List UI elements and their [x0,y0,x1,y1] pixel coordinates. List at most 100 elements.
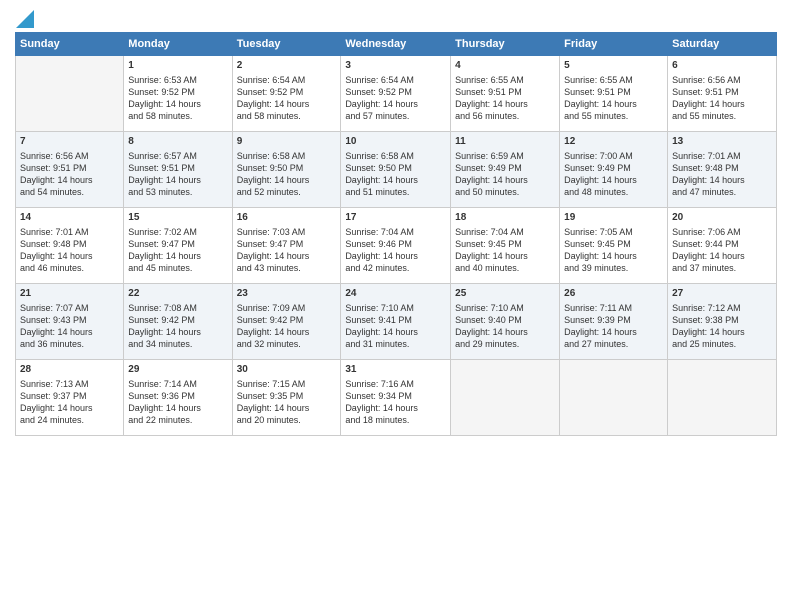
calendar-cell: 23Sunrise: 7:09 AMSunset: 9:42 PMDayligh… [232,284,341,360]
calendar-cell: 28Sunrise: 7:13 AMSunset: 9:37 PMDayligh… [16,360,124,436]
logo-triangle-icon [16,10,34,28]
day-info: Sunrise: 7:16 AMSunset: 9:34 PMDaylight:… [345,378,446,427]
week-row-2: 7Sunrise: 6:56 AMSunset: 9:51 PMDaylight… [16,132,777,208]
week-row-1: 1Sunrise: 6:53 AMSunset: 9:52 PMDaylight… [16,56,777,132]
day-info: Sunrise: 7:09 AMSunset: 9:42 PMDaylight:… [237,302,337,351]
calendar-cell: 21Sunrise: 7:07 AMSunset: 9:43 PMDayligh… [16,284,124,360]
day-number: 18 [455,211,555,225]
day-info: Sunrise: 7:07 AMSunset: 9:43 PMDaylight:… [20,302,119,351]
calendar-cell: 26Sunrise: 7:11 AMSunset: 9:39 PMDayligh… [560,284,668,360]
calendar-cell: 10Sunrise: 6:58 AMSunset: 9:50 PMDayligh… [341,132,451,208]
day-info: Sunrise: 7:00 AMSunset: 9:49 PMDaylight:… [564,150,663,199]
day-number: 14 [20,211,119,225]
calendar-cell: 8Sunrise: 6:57 AMSunset: 9:51 PMDaylight… [124,132,232,208]
day-info: Sunrise: 6:59 AMSunset: 9:49 PMDaylight:… [455,150,555,199]
day-number: 7 [20,135,119,149]
calendar-cell: 12Sunrise: 7:00 AMSunset: 9:49 PMDayligh… [560,132,668,208]
day-info: Sunrise: 7:01 AMSunset: 9:48 PMDaylight:… [20,226,119,275]
calendar-cell: 19Sunrise: 7:05 AMSunset: 9:45 PMDayligh… [560,208,668,284]
calendar-cell: 6Sunrise: 6:56 AMSunset: 9:51 PMDaylight… [668,56,777,132]
day-number: 2 [237,59,337,73]
weekday-header-sunday: Sunday [16,33,124,56]
day-number: 29 [128,363,227,377]
day-number: 25 [455,287,555,301]
calendar-cell: 16Sunrise: 7:03 AMSunset: 9:47 PMDayligh… [232,208,341,284]
day-number: 9 [237,135,337,149]
day-number: 28 [20,363,119,377]
calendar-table: SundayMondayTuesdayWednesdayThursdayFrid… [15,32,777,436]
day-info: Sunrise: 6:58 AMSunset: 9:50 PMDaylight:… [237,150,337,199]
calendar-cell: 24Sunrise: 7:10 AMSunset: 9:41 PMDayligh… [341,284,451,360]
calendar-cell: 5Sunrise: 6:55 AMSunset: 9:51 PMDaylight… [560,56,668,132]
weekday-header-row: SundayMondayTuesdayWednesdayThursdayFrid… [16,33,777,56]
calendar-cell: 22Sunrise: 7:08 AMSunset: 9:42 PMDayligh… [124,284,232,360]
day-number: 23 [237,287,337,301]
day-number: 26 [564,287,663,301]
week-row-5: 28Sunrise: 7:13 AMSunset: 9:37 PMDayligh… [16,360,777,436]
day-info: Sunrise: 7:11 AMSunset: 9:39 PMDaylight:… [564,302,663,351]
day-number: 17 [345,211,446,225]
day-info: Sunrise: 7:14 AMSunset: 9:36 PMDaylight:… [128,378,227,427]
calendar-cell [560,360,668,436]
day-info: Sunrise: 7:04 AMSunset: 9:46 PMDaylight:… [345,226,446,275]
day-info: Sunrise: 7:15 AMSunset: 9:35 PMDaylight:… [237,378,337,427]
calendar-cell: 3Sunrise: 6:54 AMSunset: 9:52 PMDaylight… [341,56,451,132]
calendar-cell: 17Sunrise: 7:04 AMSunset: 9:46 PMDayligh… [341,208,451,284]
day-info: Sunrise: 6:54 AMSunset: 9:52 PMDaylight:… [237,74,337,123]
calendar-cell: 13Sunrise: 7:01 AMSunset: 9:48 PMDayligh… [668,132,777,208]
calendar-cell: 31Sunrise: 7:16 AMSunset: 9:34 PMDayligh… [341,360,451,436]
day-number: 20 [672,211,772,225]
calendar-cell: 15Sunrise: 7:02 AMSunset: 9:47 PMDayligh… [124,208,232,284]
day-info: Sunrise: 7:04 AMSunset: 9:45 PMDaylight:… [455,226,555,275]
calendar-cell: 14Sunrise: 7:01 AMSunset: 9:48 PMDayligh… [16,208,124,284]
day-info: Sunrise: 6:56 AMSunset: 9:51 PMDaylight:… [672,74,772,123]
day-info: Sunrise: 7:06 AMSunset: 9:44 PMDaylight:… [672,226,772,275]
weekday-header-saturday: Saturday [668,33,777,56]
day-info: Sunrise: 7:10 AMSunset: 9:40 PMDaylight:… [455,302,555,351]
header [15,10,777,28]
day-info: Sunrise: 7:02 AMSunset: 9:47 PMDaylight:… [128,226,227,275]
calendar-cell: 2Sunrise: 6:54 AMSunset: 9:52 PMDaylight… [232,56,341,132]
day-info: Sunrise: 6:53 AMSunset: 9:52 PMDaylight:… [128,74,227,123]
day-info: Sunrise: 7:03 AMSunset: 9:47 PMDaylight:… [237,226,337,275]
day-number: 3 [345,59,446,73]
calendar-cell: 1Sunrise: 6:53 AMSunset: 9:52 PMDaylight… [124,56,232,132]
day-info: Sunrise: 6:57 AMSunset: 9:51 PMDaylight:… [128,150,227,199]
day-number: 13 [672,135,772,149]
day-number: 8 [128,135,227,149]
day-info: Sunrise: 6:56 AMSunset: 9:51 PMDaylight:… [20,150,119,199]
calendar-cell: 7Sunrise: 6:56 AMSunset: 9:51 PMDaylight… [16,132,124,208]
day-number: 27 [672,287,772,301]
page-container: SundayMondayTuesdayWednesdayThursdayFrid… [0,0,792,441]
day-number: 24 [345,287,446,301]
calendar-cell: 25Sunrise: 7:10 AMSunset: 9:40 PMDayligh… [451,284,560,360]
day-number: 1 [128,59,227,73]
day-info: Sunrise: 7:12 AMSunset: 9:38 PMDaylight:… [672,302,772,351]
day-info: Sunrise: 6:58 AMSunset: 9:50 PMDaylight:… [345,150,446,199]
day-info: Sunrise: 7:08 AMSunset: 9:42 PMDaylight:… [128,302,227,351]
day-number: 6 [672,59,772,73]
day-number: 19 [564,211,663,225]
calendar-cell [451,360,560,436]
day-number: 21 [20,287,119,301]
calendar-cell: 30Sunrise: 7:15 AMSunset: 9:35 PMDayligh… [232,360,341,436]
weekday-header-tuesday: Tuesday [232,33,341,56]
calendar-cell: 9Sunrise: 6:58 AMSunset: 9:50 PMDaylight… [232,132,341,208]
day-info: Sunrise: 6:55 AMSunset: 9:51 PMDaylight:… [564,74,663,123]
day-number: 22 [128,287,227,301]
weekday-header-friday: Friday [560,33,668,56]
day-info: Sunrise: 7:13 AMSunset: 9:37 PMDaylight:… [20,378,119,427]
day-info: Sunrise: 7:10 AMSunset: 9:41 PMDaylight:… [345,302,446,351]
day-number: 16 [237,211,337,225]
week-row-4: 21Sunrise: 7:07 AMSunset: 9:43 PMDayligh… [16,284,777,360]
day-number: 10 [345,135,446,149]
weekday-header-monday: Monday [124,33,232,56]
weekday-header-wednesday: Wednesday [341,33,451,56]
calendar-cell: 11Sunrise: 6:59 AMSunset: 9:49 PMDayligh… [451,132,560,208]
day-number: 15 [128,211,227,225]
day-number: 4 [455,59,555,73]
day-info: Sunrise: 6:55 AMSunset: 9:51 PMDaylight:… [455,74,555,123]
weekday-header-thursday: Thursday [451,33,560,56]
day-info: Sunrise: 6:54 AMSunset: 9:52 PMDaylight:… [345,74,446,123]
logo [15,10,35,28]
